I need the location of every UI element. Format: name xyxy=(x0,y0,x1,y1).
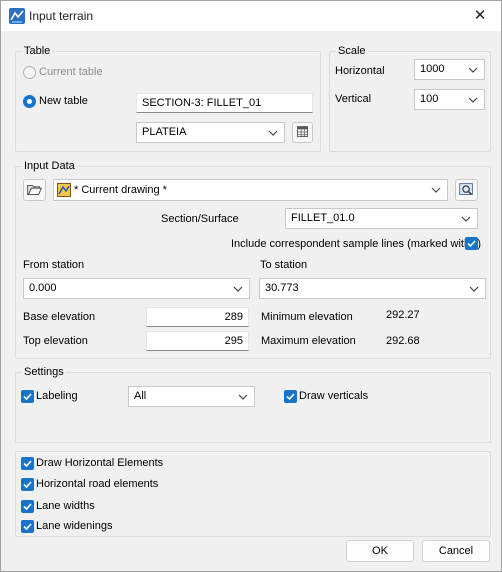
folder-open-icon xyxy=(27,185,43,195)
base-elevation-label: Base elevation xyxy=(23,311,96,323)
checkmark-icon xyxy=(23,481,32,489)
vertical-scale-label: Vertical xyxy=(335,93,372,105)
table-settings-button[interactable] xyxy=(292,122,313,143)
top-elevation-input[interactable]: 295 xyxy=(146,331,249,351)
labeling-value: All xyxy=(134,390,147,402)
lane-widths-label: Lane widths xyxy=(36,500,95,512)
drawing-value: * Current drawing * xyxy=(74,184,167,196)
settings-group xyxy=(15,372,491,443)
max-elevation-label: Maximum elevation xyxy=(261,335,356,347)
chevron-down-icon xyxy=(233,286,243,292)
open-file-button[interactable] xyxy=(23,179,46,201)
include-samples-checkbox[interactable] xyxy=(465,237,478,250)
chevron-down-icon xyxy=(468,67,478,73)
to-station-value: 30.773 xyxy=(265,282,299,294)
draw-horizontal-checkbox[interactable] xyxy=(21,457,34,470)
base-elevation-input[interactable]: 289 xyxy=(146,307,249,327)
current-table-label: Current table xyxy=(39,66,103,78)
table-style-select[interactable]: PLATEIA xyxy=(136,122,285,143)
max-elevation-value: 292.68 xyxy=(386,335,420,347)
vertical-scale-value: 100 xyxy=(420,93,439,105)
scale-group-title: Scale xyxy=(336,45,368,57)
to-station-select[interactable]: 30.773 xyxy=(259,278,486,299)
chevron-down-icon xyxy=(469,286,479,292)
close-icon: ✕ xyxy=(473,7,487,24)
from-station-value: 0.000 xyxy=(29,282,57,294)
checkmark-icon xyxy=(23,460,32,468)
ok-button[interactable]: OK xyxy=(346,540,414,562)
chevron-down-icon xyxy=(461,216,471,222)
drawing-icon xyxy=(57,183,71,197)
cancel-button[interactable]: Cancel xyxy=(422,540,490,562)
lane-widths-checkbox[interactable] xyxy=(21,500,34,513)
new-table-name-input[interactable]: SECTION-3: FILLET_01 xyxy=(136,93,313,113)
new-table-label: New table xyxy=(39,95,88,107)
section-surface-label: Section/Surface xyxy=(161,213,239,225)
min-elevation-label: Minimum elevation xyxy=(261,311,353,323)
labeling-checkbox[interactable] xyxy=(21,390,34,403)
horizontal-road-checkbox[interactable] xyxy=(21,478,34,491)
draw-verticals-checkbox[interactable] xyxy=(284,390,297,403)
vertical-scale-select[interactable]: 100 xyxy=(414,89,485,110)
new-table-radio[interactable] xyxy=(23,95,36,108)
chevron-down-icon xyxy=(468,97,478,103)
from-station-select[interactable]: 0.000 xyxy=(23,278,250,299)
table-style-value: PLATEIA xyxy=(142,126,187,138)
zoom-pick-icon xyxy=(459,183,473,196)
input-data-group-title: Input Data xyxy=(22,160,77,172)
app-icon xyxy=(9,8,25,24)
current-table-radio[interactable] xyxy=(23,66,36,79)
checkmark-icon xyxy=(23,523,32,531)
window-title: Input terrain xyxy=(29,9,94,23)
min-elevation-value: 292.27 xyxy=(386,309,420,321)
checkmark-icon xyxy=(467,240,476,248)
chevron-down-icon xyxy=(431,187,441,193)
checkmark-icon xyxy=(23,393,32,401)
settings-group-title: Settings xyxy=(22,366,66,378)
draw-verticals-label: Draw verticals xyxy=(299,390,369,402)
lane-widenings-label: Lane widenings xyxy=(36,520,113,532)
horizontal-road-label: Horizontal road elements xyxy=(36,478,159,490)
checkmark-icon xyxy=(286,393,295,401)
include-samples-label: Include correspondent sample lines (mark… xyxy=(231,238,482,250)
section-surface-select[interactable]: FILLET_01.0 xyxy=(285,208,478,229)
chevron-down-icon xyxy=(238,394,248,400)
from-station-label: From station xyxy=(23,259,85,271)
labeling-select[interactable]: All xyxy=(128,386,255,407)
labeling-label: Labeling xyxy=(36,390,78,402)
horizontal-scale-select[interactable]: 1000 xyxy=(414,59,485,80)
horizontal-scale-value: 1000 xyxy=(420,63,445,75)
close-button[interactable]: ✕ xyxy=(469,5,491,27)
top-elevation-label: Top elevation xyxy=(23,335,88,347)
to-station-label: To station xyxy=(260,259,308,271)
draw-horizontal-label: Draw Horizontal Elements xyxy=(36,457,164,469)
checkmark-icon xyxy=(23,503,32,511)
pick-from-drawing-button[interactable] xyxy=(455,179,478,201)
chevron-down-icon xyxy=(268,130,278,136)
section-surface-value: FILLET_01.0 xyxy=(291,212,355,224)
title-bar[interactable]: Input terrain ✕ xyxy=(1,1,501,31)
table-group-title: Table xyxy=(22,45,53,57)
table-grid-icon xyxy=(297,126,308,138)
horizontal-scale-label: Horizontal xyxy=(335,65,385,77)
lane-widenings-checkbox[interactable] xyxy=(21,520,34,533)
drawing-select[interactable]: * Current drawing * xyxy=(53,179,448,201)
input-terrain-dialog: Input terrain ✕ Table Current table New … xyxy=(0,0,502,572)
